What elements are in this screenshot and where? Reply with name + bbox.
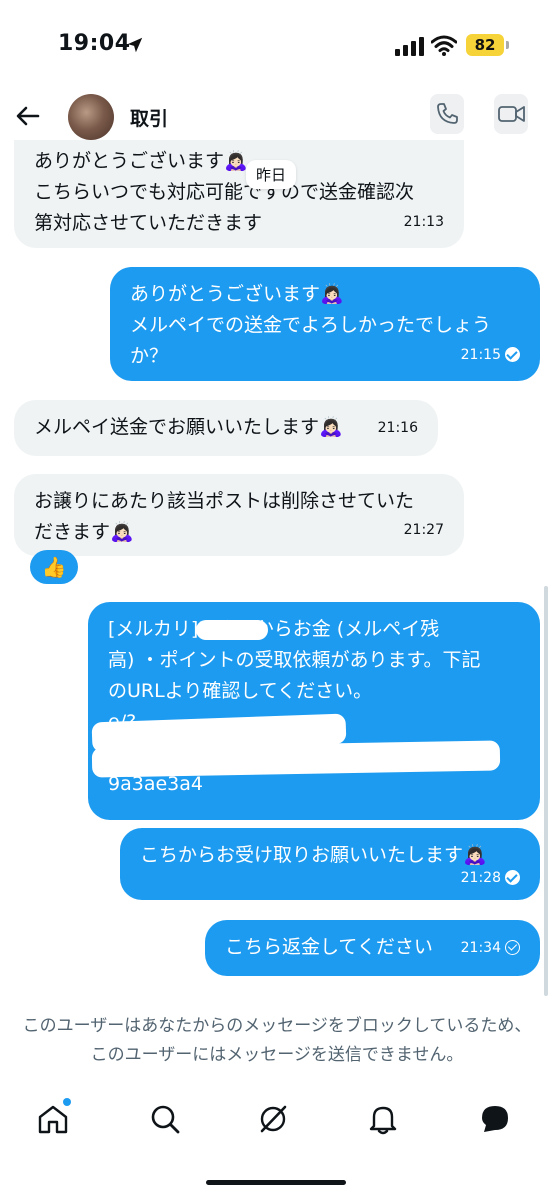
- message-meta: 21:28: [461, 863, 520, 894]
- wifi-icon: [431, 35, 457, 56]
- message-time: 21:15: [460, 347, 501, 363]
- location-arrow-icon: [127, 37, 143, 53]
- avatar[interactable]: [68, 94, 114, 140]
- message-time: 21:34: [460, 940, 501, 956]
- conversation-header: 取引: [0, 90, 552, 146]
- message-received[interactable]: ありがとうございます🙇🏻‍♀️ こちらいつでも対応可能ですので送金確認次 第対応…: [14, 140, 464, 248]
- phone-icon: [437, 103, 458, 124]
- message-text: お譲りにあたり該当ポストは削除させていた だきます🙇🏻‍♀️: [34, 490, 415, 543]
- message-sent[interactable]: こちからお受け取りお願いいたします🙇🏻‍♀️ 21:28: [120, 828, 540, 900]
- bell-icon[interactable]: [366, 1102, 400, 1136]
- conversation-title[interactable]: 取引: [130, 104, 168, 131]
- read-receipt-icon: [505, 347, 520, 362]
- message-received[interactable]: メルペイ送金でお願いいたします🙇🏻‍♀️ 21:16: [14, 400, 438, 456]
- date-divider: 昨日: [246, 160, 297, 189]
- message-received[interactable]: お譲りにあたり該当ポストは削除させていた だきます🙇🏻‍♀️ 21:27: [14, 474, 464, 556]
- cellular-signal-icon: [395, 37, 424, 56]
- message-meta: 21:15: [461, 340, 520, 371]
- sent-receipt-icon: [505, 940, 520, 955]
- battery-tip: [506, 41, 509, 49]
- read-receipt-icon: [505, 870, 520, 885]
- bottom-navigation: [0, 1090, 552, 1150]
- message-time: 21:13: [403, 214, 444, 230]
- message-time: 21:28: [460, 870, 501, 886]
- message-text: メルペイ送金でお願いいたします🙇🏻‍♀️: [34, 416, 343, 438]
- video-icon: [498, 106, 525, 122]
- home-notification-dot: [63, 1098, 71, 1106]
- message-sent[interactable]: ありがとうございます🙇🏻‍♀️ メルペイでの送金でよろしかったでしょう か？ 2…: [110, 267, 540, 381]
- status-time: 19:04: [58, 31, 131, 56]
- search-icon[interactable]: [148, 1102, 182, 1136]
- message-time: 21:16: [377, 420, 418, 436]
- phone-call-button[interactable]: [430, 94, 464, 134]
- reaction-badge[interactable]: 👍: [30, 550, 78, 584]
- scrollbar[interactable]: [544, 586, 548, 996]
- grok-icon[interactable]: [256, 1102, 290, 1136]
- status-bar: 19:04 82: [0, 0, 552, 90]
- home-icon[interactable]: [36, 1102, 70, 1136]
- message-text: ありがとうございます🙇🏻‍♀️ こちらいつでも対応可能ですので送金確認次 第対応…: [34, 150, 415, 234]
- message-meta: 21:34: [461, 933, 520, 964]
- message-time: 21:27: [403, 522, 444, 538]
- battery-indicator: 82: [466, 34, 504, 56]
- message-sent[interactable]: [メルカリ]K さんからお金 (メルペイ残 高) ・ポイントの受取依頼があります…: [88, 602, 540, 820]
- chat-icon[interactable]: [478, 1102, 512, 1136]
- message-sent[interactable]: こちら返金してください 21:34: [205, 920, 540, 976]
- redaction-mark: [196, 620, 268, 640]
- back-arrow-icon[interactable]: [14, 102, 42, 130]
- blocked-notice: このユーザーはあなたからのメッセージをブロックしているため、このユーザーにはメッ…: [22, 1016, 532, 1065]
- video-call-button[interactable]: [494, 94, 528, 134]
- home-indicator: [206, 1180, 346, 1185]
